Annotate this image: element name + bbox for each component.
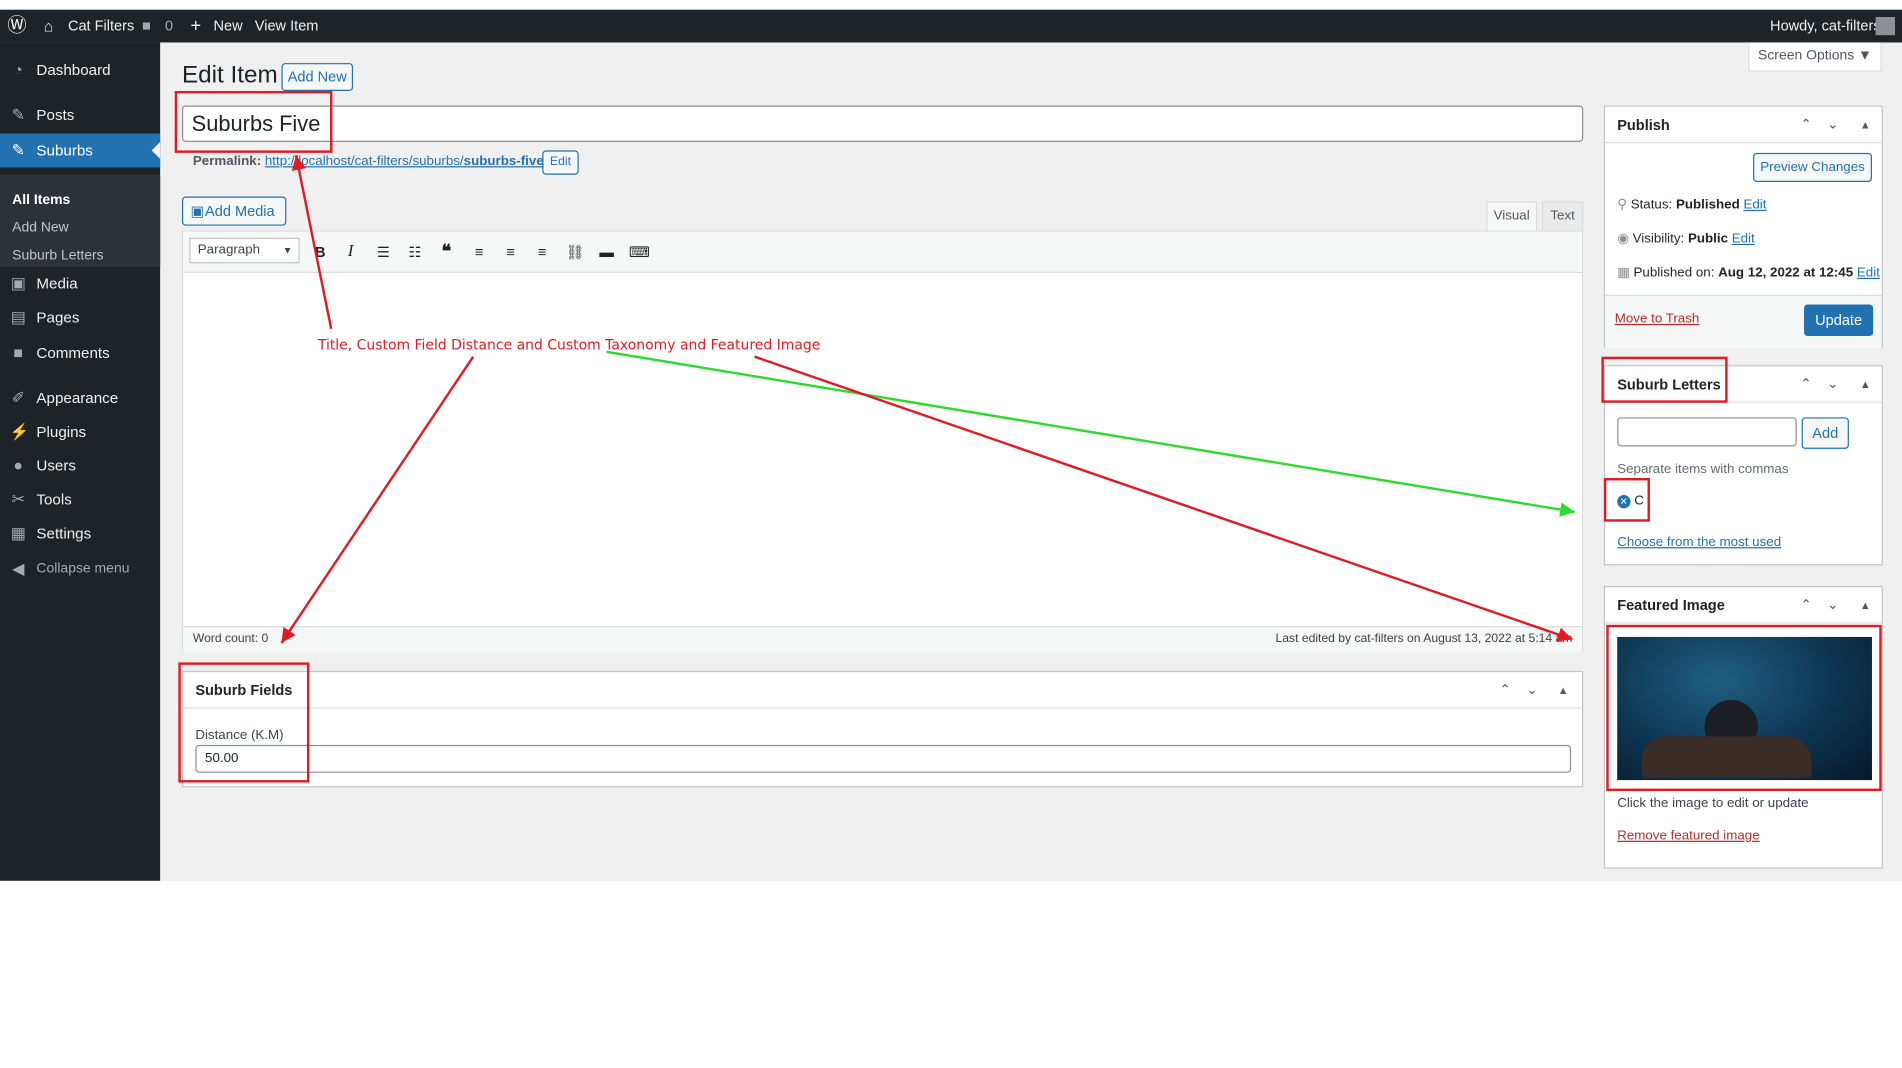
wp-admin-screen: Ⓦ ⌂ Cat Filters ■ 0 + New View Item Howd… xyxy=(0,0,1902,881)
annotation-arrows xyxy=(280,155,1575,644)
arrow-to-title xyxy=(291,155,333,330)
arrow-to-taxonomy xyxy=(606,350,1575,517)
arrow-to-distance xyxy=(280,356,475,644)
arrow-to-featured-image xyxy=(754,355,1573,642)
